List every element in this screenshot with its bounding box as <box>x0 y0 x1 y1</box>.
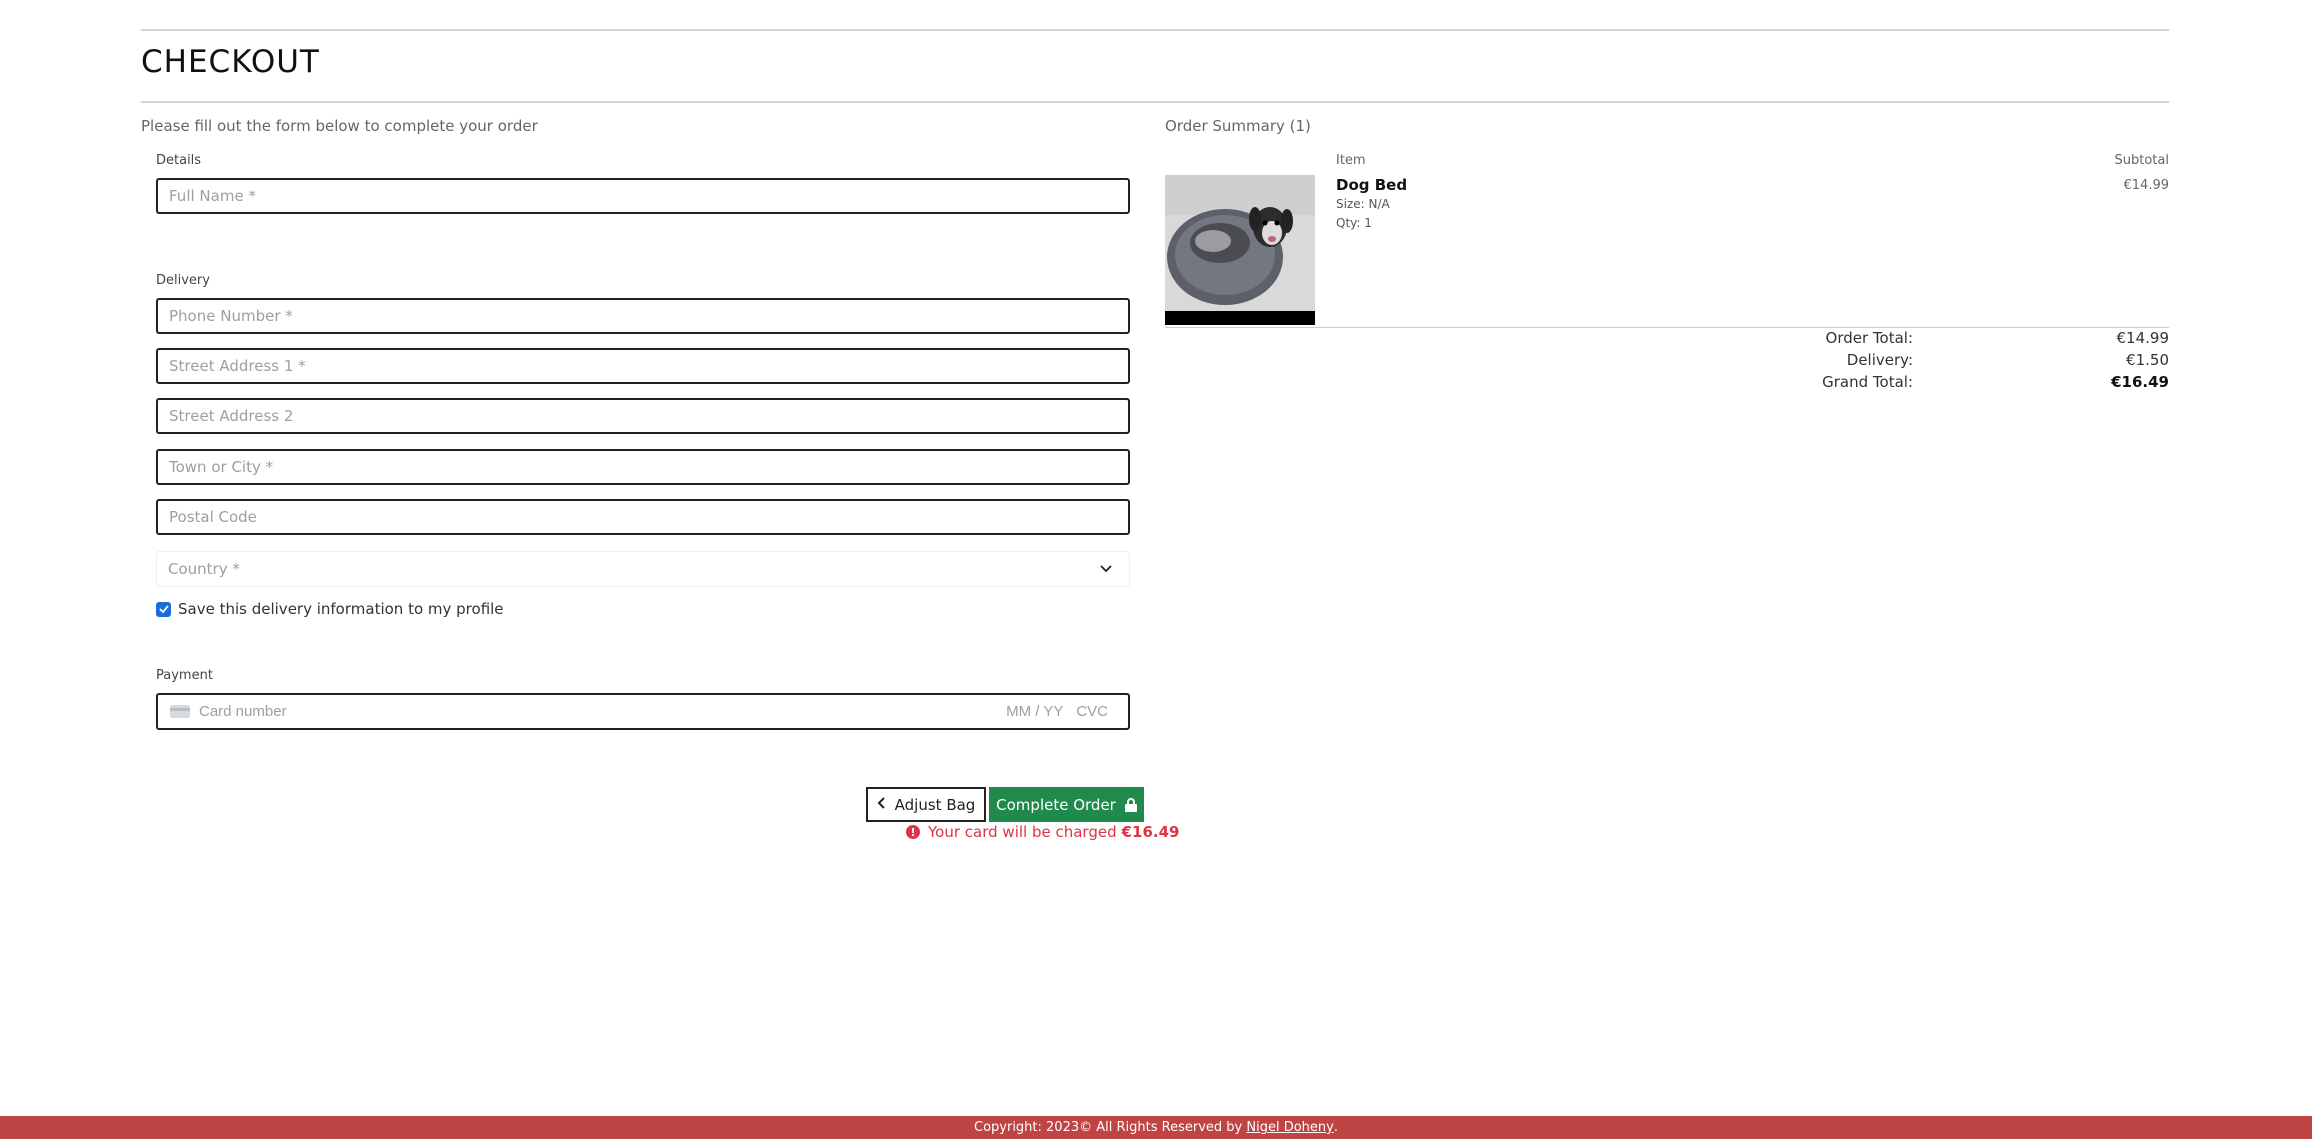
full-name-input[interactable]: Full Name * <box>156 178 1130 214</box>
product-qty: Qty: 1 <box>1336 216 1372 230</box>
chevron-left-icon <box>877 796 885 813</box>
delivery-cost-value: €1.50 <box>2126 351 2169 369</box>
adjust-bag-button[interactable]: Adjust Bag <box>866 787 986 822</box>
title-divider <box>141 101 2169 103</box>
exclamation-circle-icon: ! <box>906 825 920 839</box>
postal-code-input[interactable]: Postal Code <box>156 499 1130 535</box>
street-address-1-input[interactable]: Street Address 1 * <box>156 348 1130 384</box>
town-or-city-input[interactable]: Town or City * <box>156 449 1130 485</box>
adjust-bag-label: Adjust Bag <box>894 795 976 814</box>
card-expiry-placeholder: MM / YY <box>1006 703 1064 720</box>
delivery-cost-label: Delivery: <box>1846 351 1913 369</box>
product-name: Dog Bed <box>1336 176 1408 194</box>
top-divider <box>141 29 2169 31</box>
charge-text: Your card will be charged <box>928 823 1117 841</box>
complete-order-label: Complete Order <box>996 795 1116 814</box>
save-info-checkbox[interactable] <box>156 601 171 617</box>
credit-card-icon <box>170 705 190 718</box>
lock-icon <box>1124 797 1137 812</box>
order-total-value: €14.99 <box>2116 329 2170 347</box>
footer-copyright: Copyright: 2023© All Rights Reserved by <box>974 1120 1243 1135</box>
grand-total-label: Grand Total: <box>1822 373 1913 391</box>
payment-label: Payment <box>156 668 213 683</box>
street-address-2-input[interactable]: Street Address 2 <box>156 398 1130 434</box>
save-info-label: Save this delivery information to my pro… <box>178 600 504 618</box>
subtotal-column-header: Subtotal <box>2114 153 2169 168</box>
footer-suffix: . <box>1333 1120 1338 1135</box>
complete-order-button[interactable]: Complete Order <box>989 787 1144 822</box>
phone-number-input[interactable]: Phone Number * <box>156 298 1130 334</box>
card-number-placeholder: Card number <box>199 703 287 720</box>
phone-number-placeholder: Phone Number * <box>169 307 293 325</box>
item-column-header: Item <box>1336 153 1366 168</box>
charge-warning: ! Your card will be charged €16.49 <box>906 823 1180 841</box>
form-intro: Please fill out the form below to comple… <box>141 117 538 135</box>
country-placeholder: Country * <box>168 560 240 578</box>
summary-divider <box>1165 327 2169 328</box>
product-image <box>1165 175 1315 325</box>
save-info-checkbox-row[interactable]: Save this delivery information to my pro… <box>156 600 504 618</box>
card-cvc-placeholder: CVC <box>1076 703 1108 720</box>
street-address-1-placeholder: Street Address 1 * <box>169 357 306 375</box>
card-element[interactable]: Card number MM / YY CVC <box>156 693 1130 730</box>
details-label: Details <box>156 153 202 168</box>
order-total-label: Order Total: <box>1825 329 1913 347</box>
product-subtotal: €14.99 <box>2123 178 2170 193</box>
postal-code-placeholder: Postal Code <box>169 508 257 526</box>
grand-total-value: €16.49 <box>2111 373 2169 391</box>
delivery-label: Delivery <box>156 273 210 288</box>
chevron-down-icon <box>1100 562 1112 577</box>
order-summary-heading: Order Summary (1) <box>1165 117 1311 135</box>
street-address-2-placeholder: Street Address 2 <box>169 407 294 425</box>
page-title: CHECKOUT <box>141 44 320 80</box>
country-select[interactable]: Country * <box>156 551 1130 587</box>
footer-author-link[interactable]: Nigel Doheny <box>1246 1120 1333 1135</box>
footer: Copyright: 2023© All Rights Reserved by … <box>0 1116 2312 1139</box>
product-size: Size: N/A <box>1336 197 1390 211</box>
charge-amount: €16.49 <box>1121 823 1180 841</box>
town-or-city-placeholder: Town or City * <box>169 458 274 476</box>
full-name-placeholder: Full Name * <box>169 187 256 205</box>
